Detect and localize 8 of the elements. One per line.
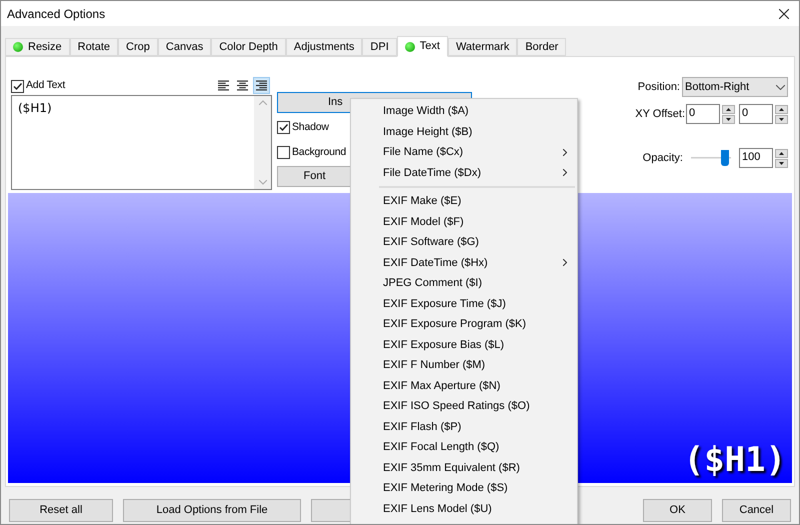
xy-offset-label: XY Offset: xyxy=(635,106,685,122)
checkbox-label: Background xyxy=(292,144,346,160)
position-label: Position: xyxy=(638,80,680,95)
checkbox-label: Shadow xyxy=(292,120,329,135)
window-title: Advanced Options xyxy=(7,6,106,22)
checkbox-label: Add Text xyxy=(26,78,66,94)
opacity-label: Opacity: xyxy=(642,150,683,166)
preview-text: ($H1) xyxy=(684,443,786,477)
